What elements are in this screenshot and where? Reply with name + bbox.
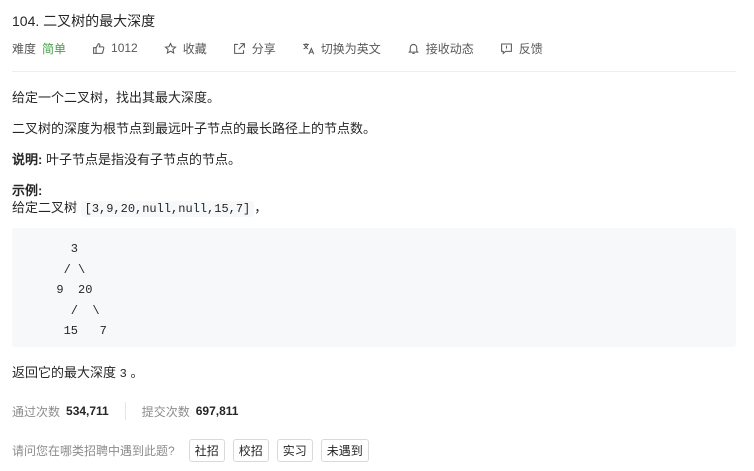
result-suffix: 。: [126, 365, 144, 380]
result-code: 3: [119, 367, 127, 381]
interview-option-intern[interactable]: 实习: [276, 439, 313, 462]
stats-divider: [124, 402, 126, 420]
description-paragraph-1: 给定一个二叉树，找出其最大深度。: [12, 90, 221, 105]
share-label: 分享: [251, 41, 276, 56]
star-icon: [163, 41, 177, 54]
interview-option-campus[interactable]: 校招: [232, 439, 269, 462]
difficulty-label: 难度: [12, 41, 37, 56]
tree-diagram: 3 / \ 9 20 / \ 15 7: [56, 242, 107, 338]
interview-question: 请问您在哪类招聘中遇到此题? 社招 校招 实习 未遇到: [12, 439, 369, 462]
feedback-icon: [500, 43, 512, 55]
note-text: 叶子节点是指没有子节点的节点。: [42, 152, 241, 167]
difficulty-value: 简单: [42, 41, 67, 56]
like-count: 1012: [111, 41, 138, 55]
interview-option-social[interactable]: 社招: [188, 439, 225, 462]
bell-icon: [407, 43, 419, 54]
submission-stats: 通过次数 534,711 提交次数 697,811: [12, 402, 238, 420]
description-paragraph-2: 二叉树的深度为根节点到最远叶子节点的最长路径上的节点数。: [12, 121, 377, 136]
note: 说明: 叶子节点是指没有子节点的节点。: [12, 149, 241, 168]
feedback-button[interactable]: 反馈: [500, 40, 543, 57]
result-line: 返回它的最大深度 3 。: [12, 362, 143, 381]
favorite-button[interactable]: 收藏: [163, 40, 207, 57]
example-code: [3,9,20,null,null,15,7]: [80, 201, 255, 217]
problem-title: 104. 二叉树的最大深度: [12, 13, 156, 29]
translate-icon: [302, 42, 315, 54]
feedback-label: 反馈: [518, 41, 543, 56]
share-button[interactable]: 分享: [233, 40, 276, 57]
switch-language-label: 切换为英文: [320, 41, 381, 56]
accepted-count: 534,711: [66, 404, 109, 418]
example-line: 给定二叉树 [3,9,20,null,null,15,7]，: [12, 197, 268, 217]
favorite-label: 收藏: [182, 41, 207, 56]
example-suffix: ，: [254, 200, 268, 215]
difficulty: 难度 简单: [12, 40, 66, 57]
note-label: 说明:: [12, 152, 43, 167]
interview-question-text: 请问您在哪类招聘中遇到此题?: [12, 444, 175, 458]
like-button[interactable]: 1012: [92, 41, 138, 55]
notify-button[interactable]: 接收动态: [407, 40, 474, 57]
switch-language-button[interactable]: 切换为英文: [302, 40, 381, 57]
submitted-count: 697,811: [195, 404, 239, 418]
thumbs-up-icon: [93, 42, 105, 54]
submitted-label: 提交次数: [141, 404, 190, 419]
header-divider: [12, 71, 736, 72]
tree-code-block: 3 / \ 9 20 / \ 15 7: [12, 228, 736, 347]
result-prefix: 返回它的最大深度: [12, 365, 120, 380]
accepted-label: 通过次数: [12, 404, 61, 419]
interview-option-never[interactable]: 未遇到: [320, 439, 369, 462]
share-icon: [233, 42, 245, 54]
problem-meta-bar: 难度 简单 1012 收藏 分享 切换为英文 接收动态 反馈: [12, 38, 569, 58]
example-prefix: 给定二叉树: [12, 200, 81, 215]
notify-label: 接收动态: [425, 41, 474, 56]
